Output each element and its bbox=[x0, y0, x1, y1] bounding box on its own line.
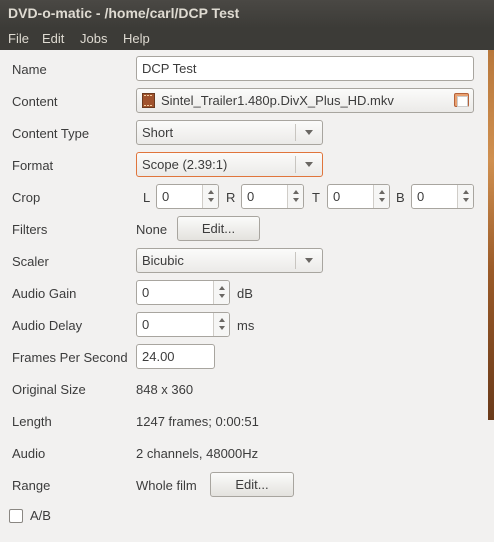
film-file-icon bbox=[142, 93, 155, 108]
scaler-value: Bicubic bbox=[142, 253, 184, 268]
increment-icon[interactable] bbox=[463, 190, 469, 194]
decrement-icon[interactable] bbox=[219, 294, 225, 298]
decrement-icon[interactable] bbox=[293, 198, 299, 202]
menu-file[interactable]: File bbox=[8, 31, 29, 46]
format-label: Format bbox=[12, 158, 54, 173]
ab-checkbox[interactable] bbox=[9, 509, 23, 523]
filters-value: None bbox=[136, 222, 168, 237]
crop-bottom-spinner[interactable]: 0 bbox=[411, 184, 474, 209]
menu-jobs[interactable]: Jobs bbox=[80, 31, 107, 46]
content-file-name: Sintel_Trailer1.480p.DivX_Plus_HD.mkv bbox=[161, 93, 394, 108]
content-type-label: Content Type bbox=[12, 126, 90, 141]
name-label: Name bbox=[12, 62, 47, 77]
crop-left-label: L bbox=[143, 190, 151, 205]
format-select[interactable]: Scope (2.39:1) bbox=[136, 152, 323, 177]
audio-label: Audio bbox=[12, 446, 46, 461]
scaler-label: Scaler bbox=[12, 254, 49, 269]
filters-edit-button[interactable]: Edit... bbox=[177, 216, 260, 241]
crop-top-label: T bbox=[312, 190, 320, 205]
content-file-chooser[interactable]: Sintel_Trailer1.480p.DivX_Plus_HD.mkv bbox=[136, 88, 474, 113]
increment-icon[interactable] bbox=[379, 190, 385, 194]
crop-top-value: 0 bbox=[333, 189, 341, 204]
increment-icon[interactable] bbox=[293, 190, 299, 194]
audio-delay-value: 0 bbox=[142, 317, 150, 332]
chevron-down-icon bbox=[305, 162, 313, 167]
content-type-value: Short bbox=[142, 125, 174, 140]
chevron-down-icon bbox=[305, 130, 313, 135]
decrement-icon[interactable] bbox=[379, 198, 385, 202]
audio-delay-spinner[interactable]: 0 bbox=[136, 312, 230, 337]
audio-gain-label: Audio Gain bbox=[12, 286, 77, 301]
fps-field[interactable]: 24.00 bbox=[136, 344, 215, 369]
decrement-icon[interactable] bbox=[463, 198, 469, 202]
range-label: Range bbox=[12, 478, 51, 493]
scaler-select[interactable]: Bicubic bbox=[136, 248, 323, 273]
original-size-value: 848 x 360 bbox=[136, 382, 194, 397]
crop-bottom-label: B bbox=[396, 190, 405, 205]
audio-gain-spinner[interactable]: 0 bbox=[136, 280, 230, 305]
content-label: Content bbox=[12, 94, 58, 109]
filters-label: Filters bbox=[12, 222, 48, 237]
format-value: Scope (2.39:1) bbox=[142, 157, 228, 172]
crop-label: Crop bbox=[12, 190, 41, 205]
crop-bottom-value: 0 bbox=[417, 189, 425, 204]
range-value: Whole film bbox=[136, 478, 197, 493]
increment-icon[interactable] bbox=[208, 190, 214, 194]
range-edit-button[interactable]: Edit... bbox=[210, 472, 294, 497]
crop-right-label: R bbox=[226, 190, 236, 205]
decrement-icon[interactable] bbox=[208, 198, 214, 202]
crop-left-value: 0 bbox=[162, 189, 170, 204]
increment-icon[interactable] bbox=[219, 286, 225, 290]
crop-right-value: 0 bbox=[247, 189, 255, 204]
audio-gain-value: 0 bbox=[142, 285, 150, 300]
menubar: File Edit Jobs Help bbox=[0, 28, 494, 50]
fps-label: Frames Per Second bbox=[12, 350, 128, 365]
folder-open-icon bbox=[454, 93, 469, 107]
decrement-icon[interactable] bbox=[219, 326, 225, 330]
length-value: 1247 frames; 0:00:51 bbox=[136, 414, 259, 429]
video-preview-edge bbox=[488, 50, 494, 420]
increment-icon[interactable] bbox=[219, 318, 225, 322]
ab-label: A/B bbox=[30, 508, 51, 523]
menu-help[interactable]: Help bbox=[123, 31, 150, 46]
chevron-down-icon bbox=[305, 258, 313, 263]
audio-delay-label: Audio Delay bbox=[12, 318, 83, 333]
audio-gain-unit: dB bbox=[237, 286, 253, 301]
length-label: Length bbox=[12, 414, 52, 429]
audio-value: 2 channels, 48000Hz bbox=[136, 446, 259, 461]
menu-edit[interactable]: Edit bbox=[42, 31, 64, 46]
crop-right-spinner[interactable]: 0 bbox=[241, 184, 304, 209]
name-field[interactable]: DCP Test bbox=[136, 56, 474, 81]
original-size-label: Original Size bbox=[12, 382, 86, 397]
audio-delay-unit: ms bbox=[237, 318, 255, 333]
content-type-select[interactable]: Short bbox=[136, 120, 323, 145]
window-title: DVD-o-matic - /home/carl/DCP Test bbox=[0, 0, 494, 28]
crop-left-spinner[interactable]: 0 bbox=[156, 184, 219, 209]
crop-top-spinner[interactable]: 0 bbox=[327, 184, 390, 209]
